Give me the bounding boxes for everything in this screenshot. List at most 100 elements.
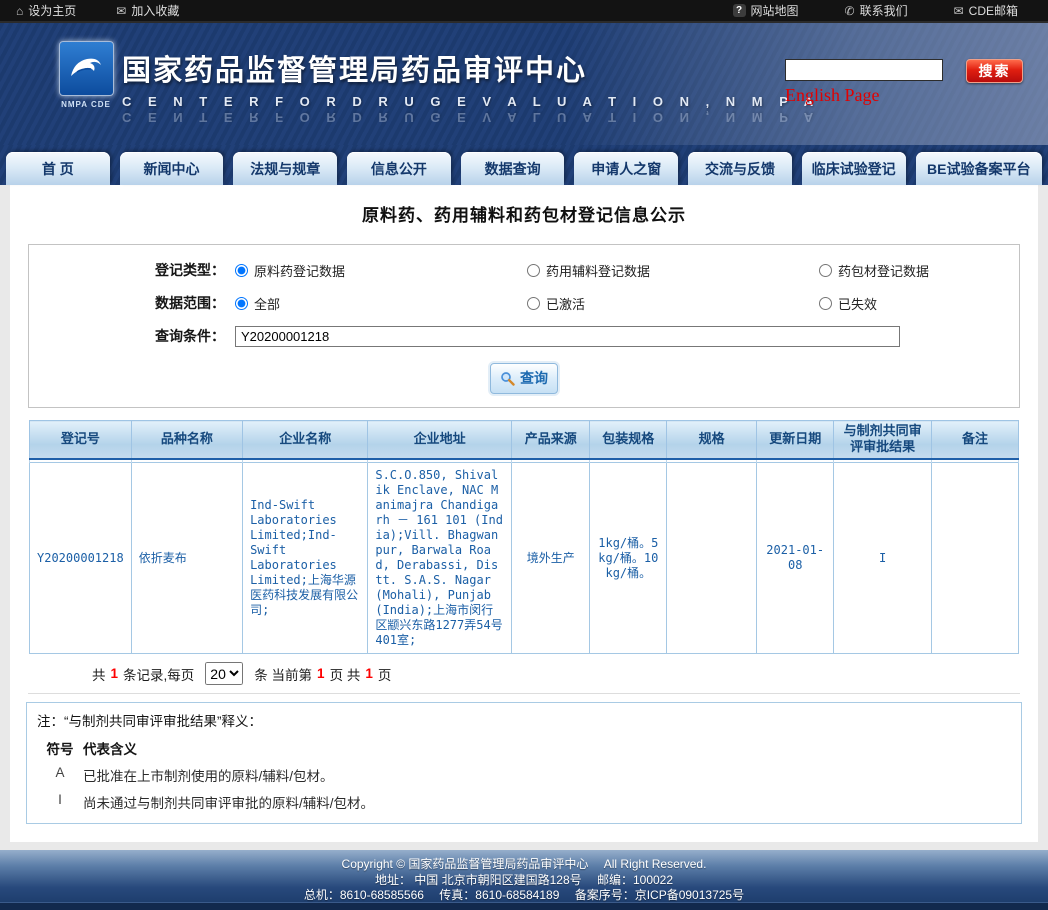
- legend-meaning-header: 代表含义: [83, 738, 137, 758]
- sitemap-link[interactable]: ? 网站地图: [733, 2, 799, 19]
- query-submit-button[interactable]: 查询: [490, 363, 558, 394]
- table-header-row: 登记号 品种名称 企业名称 企业地址 产品来源 包装规格 规格 更新日期 与制剂…: [30, 421, 1019, 459]
- top-utility-bar: ⌂ 设为主页 ✉ 加入收藏 ? 网站地图 ✆ 联系我们 ✉ CDE邮箱: [0, 0, 1048, 23]
- col-header-review-result: 与制剂共同审评审批结果: [834, 421, 932, 459]
- radio-option-all[interactable]: 全部: [235, 294, 517, 313]
- mail-icon: ✉: [954, 5, 964, 17]
- pagination-total-count: 1: [111, 666, 119, 681]
- table-row: Y20200001218 依折麦布 Ind-Swift Laboratories…: [30, 463, 1019, 654]
- cell-package-spec: 1kg/桶。5kg/桶。10kg/桶。: [590, 463, 667, 654]
- all-radio-label: 全部: [254, 294, 280, 313]
- contact-us-label: 联系我们: [860, 2, 908, 19]
- english-page-link[interactable]: English Page: [785, 85, 880, 106]
- logo-caption: NMPA CDE: [55, 100, 117, 109]
- cde-logo: NMPA CDE: [55, 41, 117, 109]
- search-button-row: 查询: [29, 363, 1019, 391]
- cell-spec: [667, 463, 757, 654]
- nav-tab-news[interactable]: 新闻中心: [120, 152, 224, 185]
- page-size-select[interactable]: 20: [205, 662, 243, 685]
- home-icon: ⌂: [16, 5, 23, 17]
- nav-tab-be-platform[interactable]: BE试验备案平台: [916, 152, 1043, 185]
- packaging-data-radio[interactable]: [819, 264, 832, 277]
- col-header-company-address: 企业地址: [368, 421, 512, 459]
- api-data-radio-label: 原料药登记数据: [254, 261, 345, 280]
- phone-icon: ✆: [845, 5, 855, 17]
- site-header: NMPA CDE 国家药品监督管理局药品审评中心 C E N T E R F O…: [0, 23, 1048, 145]
- col-header-product-name: 品种名称: [131, 421, 242, 459]
- activated-radio[interactable]: [527, 297, 540, 310]
- col-header-package-spec: 包装规格: [590, 421, 667, 459]
- nav-tab-clinical-trial-reg[interactable]: 临床试验登记: [802, 152, 906, 185]
- legend-meaning-i: 尚未通过与制剂共同审评审批的原料/辅料/包材。: [83, 792, 374, 812]
- header-titles: 国家药品监督管理局药品审评中心 C E N T E R F O R D R U …: [122, 47, 820, 125]
- nav-tab-feedback[interactable]: 交流与反馈: [688, 152, 792, 185]
- query-condition-input[interactable]: [235, 326, 900, 347]
- footer-address: 地址： 中国 北京市朝阳区建国路128号 邮编：100022: [0, 873, 1048, 889]
- cell-company-address: S.C.O.850, Shivalik Enclave, NAC Manimaj…: [368, 463, 512, 654]
- magnifier-icon: [500, 371, 515, 386]
- results-table: 登记号 品种名称 企业名称 企业地址 产品来源 包装规格 规格 更新日期 与制剂…: [29, 420, 1019, 654]
- legend-symbol-i: I: [37, 792, 83, 812]
- legend-symbol-header: 符号: [37, 738, 83, 758]
- data-scope-label: 数据范围：: [29, 293, 225, 313]
- swan-icon: [65, 48, 107, 90]
- pagination-pages-suffix: 页: [378, 664, 392, 684]
- radio-option-api-data[interactable]: 原料药登记数据: [235, 261, 517, 280]
- cde-mail-link[interactable]: ✉ CDE邮箱: [954, 2, 1018, 19]
- packaging-data-radio-label: 药包材登记数据: [838, 261, 929, 280]
- cell-reg-no: Y20200001218: [30, 463, 132, 654]
- all-radio[interactable]: [235, 297, 248, 310]
- expired-radio[interactable]: [819, 297, 832, 310]
- pagination-total-prefix: 共: [92, 664, 106, 684]
- content-region: 原料药、药用辅料和药包材登记信息公示 登记类型： 原料药登记数据 药用辅料登记数…: [0, 185, 1048, 850]
- topbar-left-links: ⌂ 设为主页 ✉ 加入收藏: [16, 2, 179, 19]
- query-condition-label: 查询条件：: [29, 326, 225, 346]
- cell-product-name: 依折麦布: [131, 463, 242, 654]
- footer-gap: [10, 842, 1038, 850]
- site-title-en: C E N T E R F O R D R U G E V A L U A T …: [122, 94, 820, 109]
- header-search-button[interactable]: 搜索: [966, 59, 1023, 83]
- pagination-bar: 共 1 条记录,每页 20 条 当前第 1 页 共 1 页: [28, 654, 1020, 694]
- col-header-spec: 规格: [667, 421, 757, 459]
- legend-header: 符号 代表含义: [37, 738, 1011, 758]
- nav-tab-info-disclosure[interactable]: 信息公开: [347, 152, 451, 185]
- set-homepage-link[interactable]: ⌂ 设为主页: [16, 2, 76, 19]
- pagination-after-select-label: 条 当前第: [254, 664, 312, 684]
- legend-notes: 注：“与制剂共同审评审批结果”释义： 符号 代表含义 A 已批准在上市制剂使用的…: [26, 702, 1022, 824]
- envelope-icon: ✉: [116, 5, 126, 17]
- radio-option-excipient-data[interactable]: 药用辅料登记数据: [527, 261, 809, 280]
- data-scope-row: 数据范围： 全部 已激活 已失效: [29, 292, 1019, 314]
- reg-type-label: 登记类型：: [29, 260, 225, 280]
- header-search-input[interactable]: [785, 59, 943, 81]
- radio-option-packaging-data[interactable]: 药包材登记数据: [819, 261, 1048, 280]
- add-favorite-link[interactable]: ✉ 加入收藏: [116, 2, 179, 19]
- cell-product-source: 境外生产: [512, 463, 590, 654]
- nav-tab-regulations[interactable]: 法规与规章: [233, 152, 337, 185]
- legend-item-a: A 已批准在上市制剂使用的原料/辅料/包材。: [37, 765, 1011, 785]
- query-submit-label: 查询: [520, 368, 548, 388]
- legend-meaning-a: 已批准在上市制剂使用的原料/辅料/包材。: [83, 765, 334, 785]
- activated-radio-label: 已激活: [546, 294, 585, 313]
- legend-item-i: I 尚未通过与制剂共同审评审批的原料/辅料/包材。: [37, 792, 1011, 812]
- legend-title: 注：“与制剂共同审评审批结果”释义：: [37, 710, 1011, 730]
- site-footer: Copyright © 国家药品监督管理局药品审评中心 All Right Re…: [0, 850, 1048, 902]
- excipient-data-radio[interactable]: [527, 264, 540, 277]
- site-title-en-reflection: C E N T E R F O R D R U G E V A L U A T …: [122, 110, 820, 125]
- pagination-page-total-label: 页 共: [330, 664, 361, 684]
- footer-copyright: Copyright © 国家药品监督管理局药品审评中心 All Right Re…: [0, 857, 1048, 873]
- col-header-reg-no: 登记号: [30, 421, 132, 459]
- api-data-radio[interactable]: [235, 264, 248, 277]
- question-icon: ?: [733, 4, 746, 17]
- radio-option-activated[interactable]: 已激活: [527, 294, 809, 313]
- nav-tab-data-query[interactable]: 数据查询: [461, 152, 565, 185]
- contact-us-link[interactable]: ✆ 联系我们: [845, 2, 908, 19]
- sitemap-label: 网站地图: [751, 2, 799, 19]
- cell-review-result: I: [834, 463, 932, 654]
- nav-tab-home[interactable]: 首 页: [6, 152, 110, 185]
- expired-radio-label: 已失效: [838, 294, 877, 313]
- radio-option-expired[interactable]: 已失效: [819, 294, 1048, 313]
- excipient-data-radio-label: 药用辅料登记数据: [546, 261, 650, 280]
- nav-tab-applicant-window[interactable]: 申请人之窗: [574, 152, 678, 185]
- page-title: 原料药、药用辅料和药包材登记信息公示: [10, 185, 1038, 234]
- query-form: 登记类型： 原料药登记数据 药用辅料登记数据 药包材登记数据 数据范围：: [28, 244, 1020, 408]
